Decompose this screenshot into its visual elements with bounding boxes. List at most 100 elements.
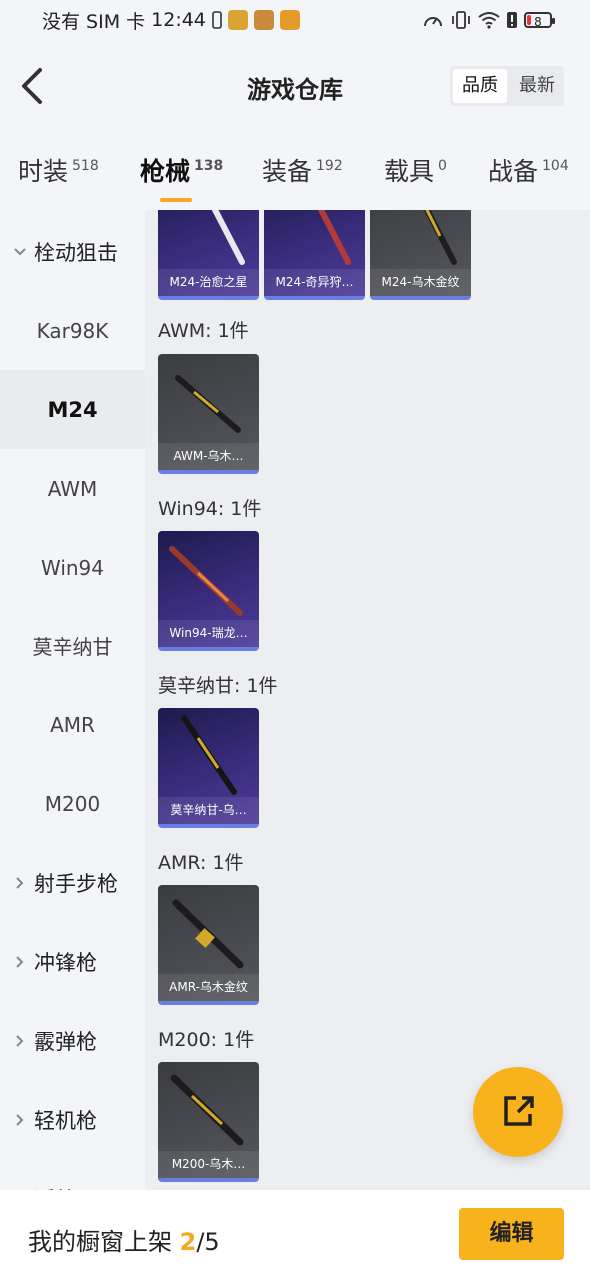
section-label-awm: AWM: 1件	[158, 320, 249, 342]
item-card-name: M24-奇异狩…	[264, 269, 365, 296]
tab-label: 载具	[384, 157, 435, 186]
item-card[interactable]: AMR-乌木金纹	[158, 885, 259, 1005]
section-label-mosin: 莫辛纳甘: 1件	[158, 675, 278, 697]
app-notification-icon	[279, 10, 300, 30]
shelf-current-count: 2	[179, 1228, 197, 1256]
sidebar-item-label: M24	[47, 397, 98, 422]
battery-level: 8	[534, 15, 542, 29]
rifle-icon	[172, 899, 244, 969]
share-button[interactable]	[473, 1067, 563, 1157]
sidebar-item-m200[interactable]: M200	[0, 764, 145, 843]
rifle-icon	[181, 715, 237, 795]
item-card-name: M200-乌木…	[158, 1151, 259, 1178]
sidebar-group-bolt-action[interactable]: 栓动狙击	[0, 212, 145, 291]
rifle-icon	[211, 210, 245, 265]
weapon-sidebar: 栓动狙击 Kar98K M24 AWM Win94 莫辛纳甘 AMR M200 …	[0, 210, 145, 1190]
item-card[interactable]: M200-乌木…	[158, 1062, 259, 1182]
tab-count: 192	[316, 158, 343, 174]
sidebar-group-label: 轻机枪	[34, 1108, 97, 1133]
battery-icon: 8	[524, 12, 555, 29]
bottom-bar: 我的橱窗上架 2/5 编辑	[0, 1190, 590, 1280]
item-card-name: AMR-乌木金纹	[158, 974, 259, 1001]
shelf-label: 我的橱窗上架	[28, 1228, 172, 1256]
tab-vehicles[interactable]: 载具 0	[384, 152, 447, 188]
chevron-right-icon	[16, 876, 24, 889]
sidebar-group-label: 霰弹枪	[34, 1029, 97, 1054]
header: 游戏仓库 品质 最新	[0, 40, 590, 132]
item-card-name: 莫辛纳甘-乌…	[158, 797, 259, 824]
sidebar-item-label: AWM	[47, 476, 98, 501]
sidebar-group-label: 栓动狙击	[34, 240, 118, 265]
item-card[interactable]: M24-乌木金纹	[370, 210, 471, 300]
tab-weapons[interactable]: 枪械 138	[140, 152, 224, 202]
rifle-icon	[423, 210, 457, 265]
sidebar-item-m24[interactable]: M24	[0, 370, 145, 449]
item-card[interactable]: 莫辛纳甘-乌…	[158, 708, 259, 828]
rifle-icon	[169, 546, 243, 616]
wifi-icon	[478, 12, 500, 29]
sidebar-item-kar98k[interactable]: Kar98K	[0, 291, 145, 370]
status-bar: 没有 SIM 卡 12:44 8	[0, 0, 590, 40]
share-icon	[504, 1096, 534, 1126]
phone-icon	[212, 11, 222, 29]
sidebar-group-label: 冲锋枪	[34, 950, 97, 975]
sidebar-item-amr[interactable]: AMR	[0, 685, 145, 764]
vibrate-icon	[452, 11, 470, 29]
rifle-icon	[175, 375, 241, 433]
sidebar-group-label: 射手步枪	[34, 871, 118, 896]
sidebar-item-label: Win94	[40, 555, 105, 580]
sidebar-group-lmg[interactable]: 轻机枪	[0, 1080, 145, 1159]
item-card-name: M24-治愈之星	[158, 269, 259, 296]
rifle-icon	[170, 1074, 244, 1146]
shelf-status: 我的橱窗上架 2/5	[28, 1222, 220, 1257]
section-label-amr: AMR: 1件	[158, 852, 244, 874]
active-tab-indicator	[160, 198, 192, 202]
tab-label: 枪械	[140, 157, 191, 186]
tab-supplies[interactable]: 战备 104	[488, 152, 569, 188]
sort-newest-button[interactable]: 最新	[510, 66, 564, 106]
edit-button[interactable]: 编辑	[459, 1208, 564, 1260]
app-notification-icon	[253, 10, 274, 30]
sidebar-item-label: Kar98K	[36, 318, 109, 343]
item-card[interactable]: AWM-乌木…	[158, 354, 259, 474]
tab-label: 时装	[18, 157, 69, 186]
item-card[interactable]: M24-奇异狩…	[264, 210, 365, 300]
sidebar-group-shotgun[interactable]: 霰弹枪	[0, 1001, 145, 1080]
carrier-text: 没有 SIM 卡	[42, 10, 146, 33]
category-tabs: 时装 518 枪械 138 装备 192 载具 0 战备 104	[0, 132, 590, 210]
tab-count: 138	[194, 158, 224, 174]
tab-equipment[interactable]: 装备 192	[262, 152, 343, 188]
section-label-m200: M200: 1件	[158, 1029, 255, 1051]
sidebar-group-melee[interactable]: 近战	[0, 1159, 145, 1191]
item-card[interactable]: Win94-瑞龙…	[158, 531, 259, 651]
rifle-icon	[317, 210, 351, 265]
app-notification-icon	[227, 10, 248, 30]
chevron-right-icon	[16, 955, 24, 968]
chevron-right-icon	[16, 1113, 24, 1126]
clock: 12:44	[151, 9, 206, 31]
alert-icon	[507, 12, 517, 28]
sidebar-item-mosin[interactable]: 莫辛纳甘	[0, 606, 145, 685]
item-card-name: M24-乌木金纹	[370, 269, 471, 296]
sidebar-item-awm[interactable]: AWM	[0, 449, 145, 528]
sidebar-item-label: M200	[44, 791, 101, 816]
sort-quality-button[interactable]: 品质	[453, 69, 507, 103]
chevron-down-icon	[14, 247, 26, 255]
sidebar-group-marksman[interactable]: 射手步枪	[0, 843, 145, 922]
item-card[interactable]: M24-治愈之星	[158, 210, 259, 300]
tab-label: 装备	[262, 157, 313, 186]
item-grid: M24-治愈之星 M24-奇异狩… M24-乌木金纹 AWM: 1件 AWM-乌…	[145, 210, 590, 1190]
section-label-win94: Win94: 1件	[158, 498, 262, 520]
sidebar-group-smg[interactable]: 冲锋枪	[0, 922, 145, 1001]
item-card-name: Win94-瑞龙…	[158, 620, 259, 647]
tab-count: 104	[542, 158, 569, 174]
sidebar-item-label: AMR	[50, 712, 95, 737]
speed-icon	[424, 17, 442, 27]
tab-count: 0	[438, 158, 447, 174]
sidebar-item-win94[interactable]: Win94	[0, 528, 145, 607]
shelf-total: /5	[196, 1228, 220, 1256]
chevron-right-icon	[16, 1034, 24, 1047]
tab-fashion[interactable]: 时装 518	[18, 152, 99, 188]
sidebar-item-label: 莫辛纳甘	[32, 635, 113, 659]
sort-toggle: 品质 最新	[450, 66, 564, 106]
